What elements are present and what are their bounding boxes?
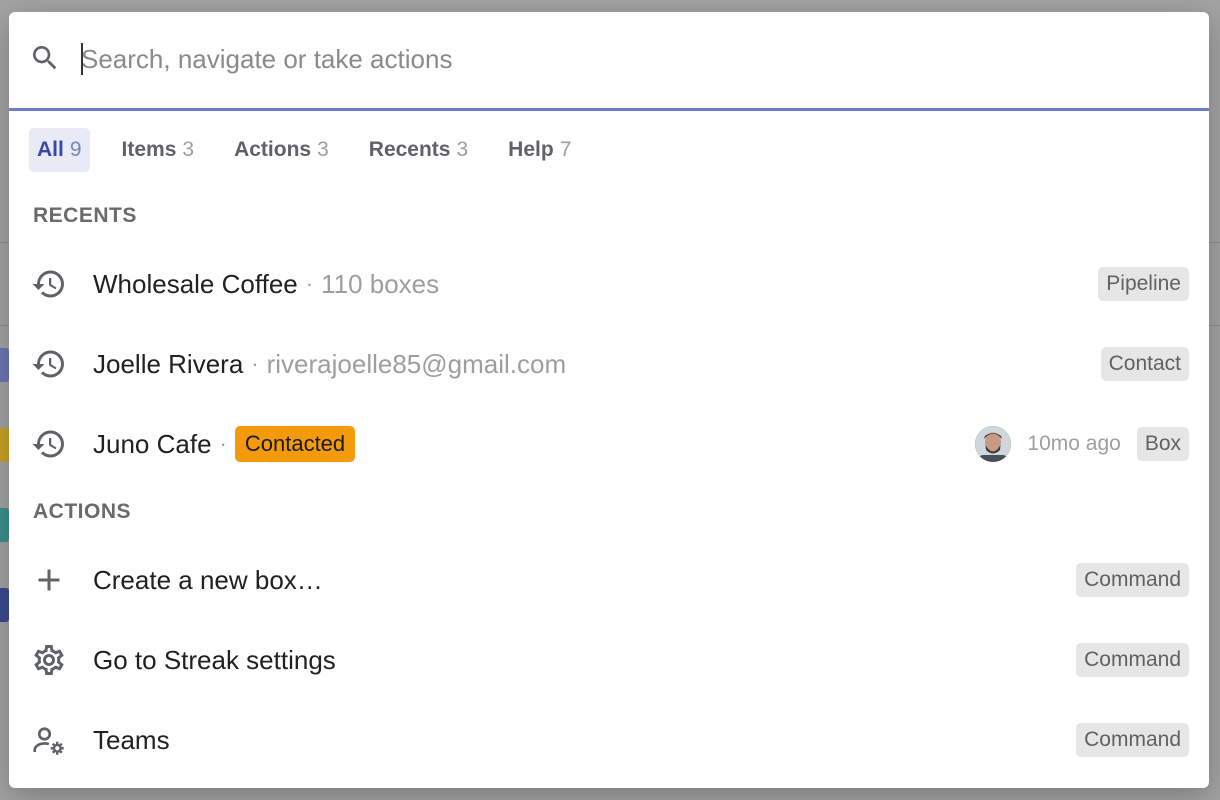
recent-item-title-group: Juno Cafe · Contacted <box>93 426 356 462</box>
action-meta: Command <box>1076 563 1189 597</box>
recent-item-title: Wholesale Coffee <box>93 268 298 299</box>
plus-icon <box>38 569 60 591</box>
recent-item-meta: 10mo ago Box <box>975 426 1189 462</box>
type-badge: Command <box>1076 563 1189 597</box>
search-input[interactable] <box>81 38 1181 80</box>
action-meta: Command <box>1076 643 1189 677</box>
tab-count: 3 <box>317 138 329 161</box>
type-badge: Command <box>1076 723 1189 757</box>
tab-items[interactable]: Items 3 <box>114 128 203 172</box>
recent-item-title: Joelle Rivera <box>93 348 244 379</box>
recent-item-joelle-rivera[interactable]: Joelle Rivera · riverajoelle85@gmail.com… <box>9 324 1209 404</box>
status-badge: Contacted <box>234 426 356 462</box>
text-caret <box>81 43 83 75</box>
section-header-recents: RECENTS <box>33 204 137 227</box>
history-icon <box>32 430 64 458</box>
avatar <box>975 426 1012 462</box>
background-tag <box>0 348 9 382</box>
recent-item-juno-cafe[interactable]: Juno Cafe · Contacted 10mo ago Box <box>9 404 1209 484</box>
last-updated-time: 10mo ago <box>1027 432 1121 455</box>
search-icon <box>33 46 57 70</box>
action-title-group: Go to Streak settings <box>93 645 336 676</box>
background-tag <box>0 588 9 622</box>
separator-dot: · <box>219 431 227 456</box>
action-go-to-settings[interactable]: Go to Streak settings Command <box>9 620 1209 700</box>
separator-dot: · <box>305 271 314 296</box>
team-settings-icon <box>33 727 64 755</box>
filter-tabs: All 9 Items 3 Actions 3 Recents 3 Help 7 <box>29 128 579 172</box>
tab-help[interactable]: Help 7 <box>500 128 579 172</box>
tab-label: All <box>37 138 64 161</box>
type-badge: Command <box>1076 643 1189 677</box>
action-title: Go to Streak settings <box>93 644 336 675</box>
tab-count: 3 <box>182 138 195 161</box>
type-badge: Contact <box>1100 347 1189 381</box>
tab-actions[interactable]: Actions 3 <box>226 128 337 172</box>
recent-item-subtitle: riverajoelle85@gmail.com <box>266 348 567 379</box>
action-create-new-box[interactable]: Create a new box… Command <box>9 540 1209 620</box>
recent-item-subtitle: 110 boxes <box>321 268 440 299</box>
search-bar <box>9 12 1209 111</box>
command-palette: All 9 Items 3 Actions 3 Recents 3 Help 7… <box>9 12 1209 788</box>
separator-dot: · <box>251 351 259 376</box>
action-title-group: Create a new box… <box>93 565 323 596</box>
tab-all[interactable]: All 9 <box>29 128 90 172</box>
history-icon <box>32 350 64 378</box>
recent-item-title-group: Wholesale Coffee · 110 boxes <box>93 269 439 300</box>
tab-recents[interactable]: Recents 3 <box>361 128 476 172</box>
gear-icon <box>34 644 64 675</box>
background-tag <box>0 428 9 462</box>
tab-label: Help <box>508 138 554 161</box>
tab-label: Items <box>121 138 177 161</box>
action-title-group: Teams <box>93 725 170 756</box>
section-header-actions: ACTIONS <box>33 500 131 523</box>
type-badge: Pipeline <box>1098 267 1189 301</box>
type-badge: Box <box>1136 427 1189 461</box>
recent-item-meta: Pipeline <box>1098 267 1189 301</box>
tab-label: Recents <box>368 138 451 161</box>
action-title: Create a new box… <box>93 564 323 595</box>
avatar-image <box>975 426 1012 462</box>
recent-item-meta: Contact <box>1100 347 1189 381</box>
tab-count: 7 <box>559 138 572 161</box>
tab-count: 3 <box>456 138 469 161</box>
action-meta: Command <box>1076 723 1189 757</box>
tab-label: Actions <box>234 138 312 161</box>
recent-item-wholesale-coffee[interactable]: Wholesale Coffee · 110 boxes Pipeline <box>9 244 1209 324</box>
tab-count: 9 <box>69 138 82 161</box>
action-title: Teams <box>93 724 170 755</box>
action-teams[interactable]: Teams Command <box>9 700 1209 780</box>
recent-item-title: Juno Cafe <box>93 428 212 459</box>
background-tag <box>0 508 9 542</box>
history-icon <box>32 270 64 298</box>
recent-item-title-group: Joelle Rivera · riverajoelle85@gmail.com <box>93 349 566 380</box>
